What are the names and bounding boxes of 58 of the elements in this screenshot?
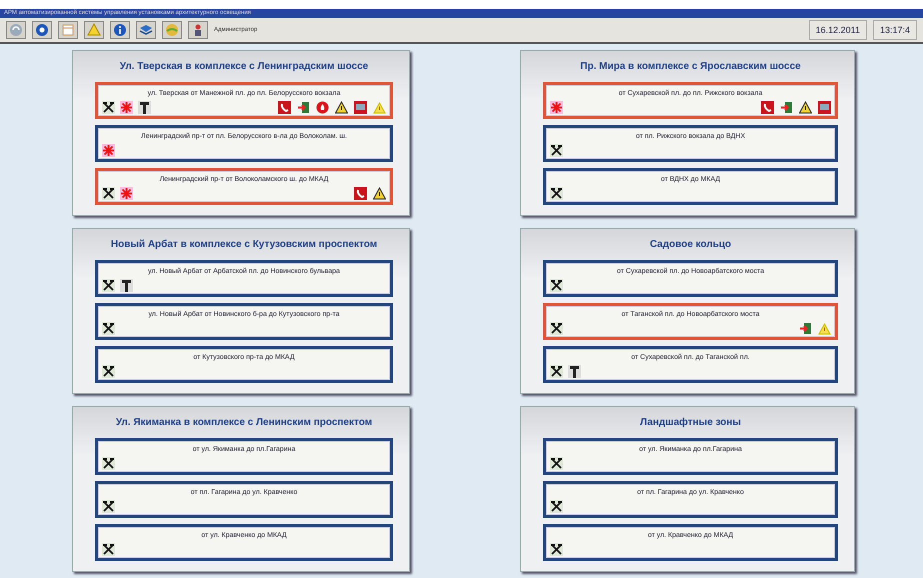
crossed-hammers-icon	[550, 457, 563, 470]
crossed-hammers-icon	[102, 543, 115, 556]
time-display: 13:17:4	[872, 20, 917, 40]
asterisk-icon	[120, 187, 133, 200]
refresh-icon	[9, 23, 23, 37]
phone-icon	[354, 187, 367, 200]
toolbar-button[interactable]	[136, 21, 156, 39]
crossed-hammers-icon	[102, 365, 115, 378]
crossed-hammers-icon	[550, 500, 563, 513]
toolbar-button[interactable]	[188, 21, 208, 39]
crossed-hammers-icon	[102, 457, 115, 470]
crossed-hammers-icon	[550, 543, 563, 556]
toolbar-button[interactable]	[58, 21, 78, 39]
phone-icon	[278, 101, 291, 114]
panel-title: Садовое кольцо	[648, 238, 732, 252]
panel-title: Ул. Якиманка в комплексе с Ленинским проспектом	[114, 416, 374, 430]
date-display: 16.12.2011	[808, 20, 867, 40]
crossed-hammers-icon	[102, 322, 115, 335]
book-icon	[139, 23, 153, 37]
warning-icon	[799, 101, 812, 114]
monitor-icon	[818, 101, 831, 114]
panel-title: Ул. Тверская в комплексе с Ленинградским шоссе	[118, 60, 370, 74]
exit-door-icon	[780, 101, 793, 114]
table-icon	[61, 23, 75, 37]
fire-icon	[316, 101, 329, 114]
warning-icon	[87, 23, 101, 37]
asterisk-icon	[102, 144, 115, 157]
pillar-icon	[120, 279, 133, 292]
caution-icon	[373, 101, 386, 114]
globe-icon	[165, 23, 179, 37]
panel-title: Ландшафтные зоны	[639, 416, 742, 430]
crossed-hammers-icon	[102, 500, 115, 513]
warning-icon	[335, 101, 348, 114]
panel-title: Новый Арбат в комплексе с Кутузовским проспектом	[110, 238, 378, 252]
crossed-hammers-icon	[102, 279, 115, 292]
pillar-icon	[568, 365, 581, 378]
exit-door-icon	[799, 322, 812, 335]
toolbar-button[interactable]	[110, 21, 130, 39]
crossed-hammers-icon	[550, 144, 563, 157]
panel-title: Пр. Мира в комплексе с Ярославским шоссе	[579, 60, 802, 74]
monitor-icon	[354, 101, 367, 114]
crossed-hammers-icon	[550, 365, 563, 378]
exit-door-icon	[297, 101, 310, 114]
crossed-hammers-icon	[550, 322, 563, 335]
pillar-icon	[138, 101, 151, 114]
asterisk-icon	[120, 101, 133, 114]
caution-icon	[818, 322, 831, 335]
crossed-hammers-icon	[102, 187, 115, 200]
warning-icon	[373, 187, 386, 200]
crossed-hammers-icon	[550, 279, 563, 292]
crossed-hammers-icon	[102, 101, 115, 114]
toolbar-button[interactable]	[6, 21, 26, 39]
asterisk-icon	[550, 101, 563, 114]
circle-icon	[35, 23, 49, 37]
toolbar-button[interactable]	[32, 21, 52, 39]
info-icon	[113, 23, 127, 37]
crossed-hammers-icon	[550, 187, 563, 200]
phone-icon	[761, 101, 774, 114]
